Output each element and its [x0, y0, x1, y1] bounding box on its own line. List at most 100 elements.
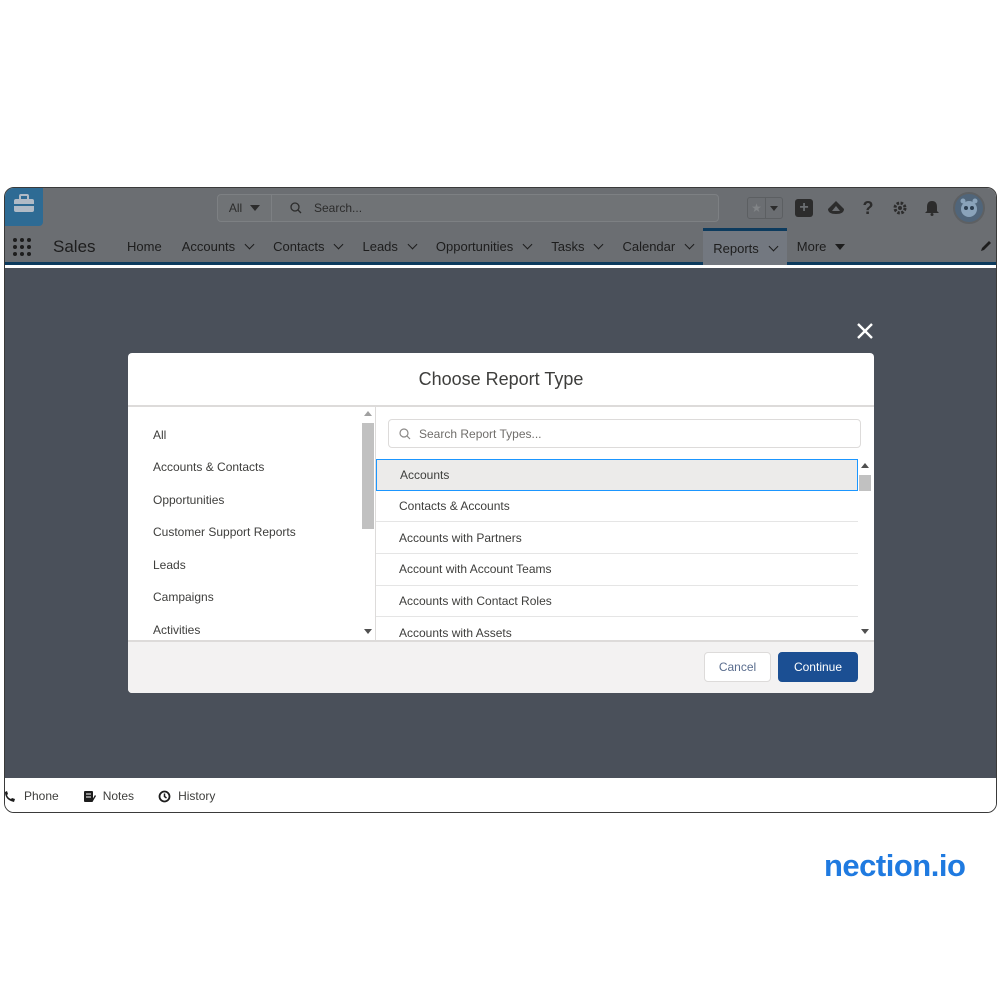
app-name: Sales [53, 237, 96, 256]
nav-tab-label: Reports [713, 240, 759, 256]
report-type-item[interactable]: Accounts [376, 459, 858, 491]
category-scrollbar[interactable] [361, 407, 376, 640]
pencil-icon [981, 241, 991, 251]
category-item-leads[interactable]: Leads [153, 558, 186, 572]
app-logo[interactable] [5, 188, 43, 226]
nav-tab-label: Home [127, 239, 162, 254]
nav-tab-accounts[interactable]: Accounts [172, 228, 263, 265]
report-type-search-placeholder: Search Report Types... [419, 426, 542, 441]
nav-tab-label: More [796, 239, 827, 254]
global-actions-button[interactable]: + [793, 197, 815, 219]
global-search[interactable]: All Search... [217, 194, 719, 222]
report-type-item[interactable]: Accounts with Assets [376, 617, 858, 640]
scrollbar-thumb[interactable] [362, 423, 374, 529]
nav-tab-leads[interactable]: Leads [352, 228, 425, 265]
favorites-dropdown[interactable] [766, 198, 782, 218]
modal-footer: Cancel Continue [128, 640, 874, 693]
category-item-activities[interactable]: Activities [153, 623, 200, 637]
modal-body: All Accounts & Contacts Opportunities Cu… [128, 407, 874, 640]
utility-phone[interactable]: Phone [5, 789, 59, 803]
category-item-campaigns[interactable]: Campaigns [153, 590, 214, 604]
close-modal-button[interactable] [853, 319, 877, 343]
chevron-down-icon[interactable] [244, 239, 255, 250]
category-item-opportunities[interactable]: Opportunities [153, 493, 224, 507]
report-type-scrollbar[interactable] [858, 459, 873, 640]
nav-tab-more[interactable]: More [787, 228, 856, 265]
gear-icon[interactable] [889, 197, 911, 219]
nav-tab-tasks[interactable]: Tasks [541, 228, 612, 265]
utility-history[interactable]: History [158, 789, 215, 803]
favorites-control[interactable]: ★ [747, 197, 783, 219]
modal-backdrop: Choose Report Type All Accounts & Contac… [5, 268, 996, 778]
scroll-up-icon[interactable] [364, 411, 372, 416]
phone-icon [5, 791, 15, 802]
search-placeholder: Search... [314, 201, 363, 215]
modal-title: Choose Report Type [418, 368, 584, 389]
nav-tab-opportunities[interactable]: Opportunities [426, 228, 541, 265]
bell-icon[interactable] [921, 197, 943, 219]
nav-tab-label: Calendar [622, 239, 676, 254]
chevron-down-icon[interactable] [407, 239, 418, 250]
nav-tab-label: Contacts [273, 239, 325, 254]
category-item-all[interactable]: All [153, 428, 166, 442]
edit-nav-button[interactable] [980, 240, 992, 255]
nav-tab-label: Accounts [181, 239, 236, 254]
utility-label: History [178, 789, 216, 803]
scroll-down-icon[interactable] [861, 629, 869, 634]
chevron-down-icon[interactable] [768, 241, 779, 251]
report-type-item[interactable]: Accounts with Contact Roles [376, 586, 858, 618]
nav-tab-reports[interactable]: Reports [703, 228, 787, 265]
category-list: All Accounts & Contacts Opportunities Cu… [128, 407, 361, 640]
search-input[interactable]: Search... [272, 195, 718, 221]
scrollbar-thumb[interactable] [859, 475, 871, 491]
nav-tab-calendar[interactable]: Calendar [612, 228, 703, 265]
scroll-down-icon[interactable] [364, 629, 372, 634]
caret-down-icon [835, 243, 846, 250]
chevron-down-icon[interactable] [684, 239, 695, 250]
utility-label: Notes [102, 789, 135, 803]
watermark-logo: nection.io [824, 848, 966, 883]
utility-notes[interactable]: Notes [83, 789, 134, 803]
notes-icon [83, 790, 96, 802]
plus-icon: + [795, 199, 813, 217]
star-icon[interactable]: ★ [748, 198, 766, 218]
category-item-accounts-contacts[interactable]: Accounts & Contacts [153, 460, 264, 474]
search-icon [290, 202, 302, 214]
app-window: All Search... ★ + ? Sales Home Accounts … [4, 187, 997, 813]
header-actions: ★ + ? [747, 192, 985, 224]
report-type-item[interactable]: Account with Account Teams [376, 554, 858, 586]
user-avatar[interactable] [953, 192, 985, 224]
search-scope-dropdown[interactable]: All [218, 195, 272, 221]
modal-header: Choose Report Type [128, 353, 874, 407]
briefcase-icon [14, 194, 34, 212]
nav-tabs: Home Accounts Contacts Leads Opportuniti… [117, 228, 855, 265]
waffle-icon [13, 238, 31, 256]
help-icon[interactable]: ? [857, 197, 879, 219]
caret-down-icon [770, 205, 778, 211]
app-launcher-button[interactable] [12, 237, 34, 262]
report-type-search-input[interactable]: Search Report Types... [388, 419, 861, 448]
continue-button[interactable]: Continue [778, 652, 858, 682]
chevron-down-icon[interactable] [594, 239, 604, 250]
nav-tab-contacts[interactable]: Contacts [263, 228, 352, 265]
category-item-customer-support[interactable]: Customer Support Reports [153, 525, 296, 539]
close-icon [857, 323, 873, 339]
report-type-list: Accounts Contacts & Accounts Accounts wi… [376, 459, 858, 640]
nav-bar: Sales Home Accounts Contacts Leads Oppor… [5, 228, 996, 265]
clock-icon [158, 790, 171, 802]
search-scope-label: All [228, 201, 243, 215]
utility-label: Phone [24, 789, 59, 803]
report-type-item[interactable]: Accounts with Partners [376, 522, 858, 555]
chevron-down-icon[interactable] [522, 239, 533, 250]
cancel-button[interactable]: Cancel [704, 652, 771, 682]
astro-avatar-icon [960, 198, 978, 217]
caret-down-icon [250, 205, 261, 211]
report-type-item[interactable]: Contacts & Accounts [376, 491, 858, 523]
search-icon [399, 427, 411, 439]
nav-tab-label: Tasks [551, 239, 585, 254]
trailhead-icon[interactable] [825, 197, 847, 219]
nav-tab-home[interactable]: Home [117, 228, 172, 265]
scroll-up-icon[interactable] [861, 463, 869, 468]
chevron-down-icon[interactable] [334, 239, 344, 250]
global-header: All Search... ★ + ? [5, 188, 996, 228]
